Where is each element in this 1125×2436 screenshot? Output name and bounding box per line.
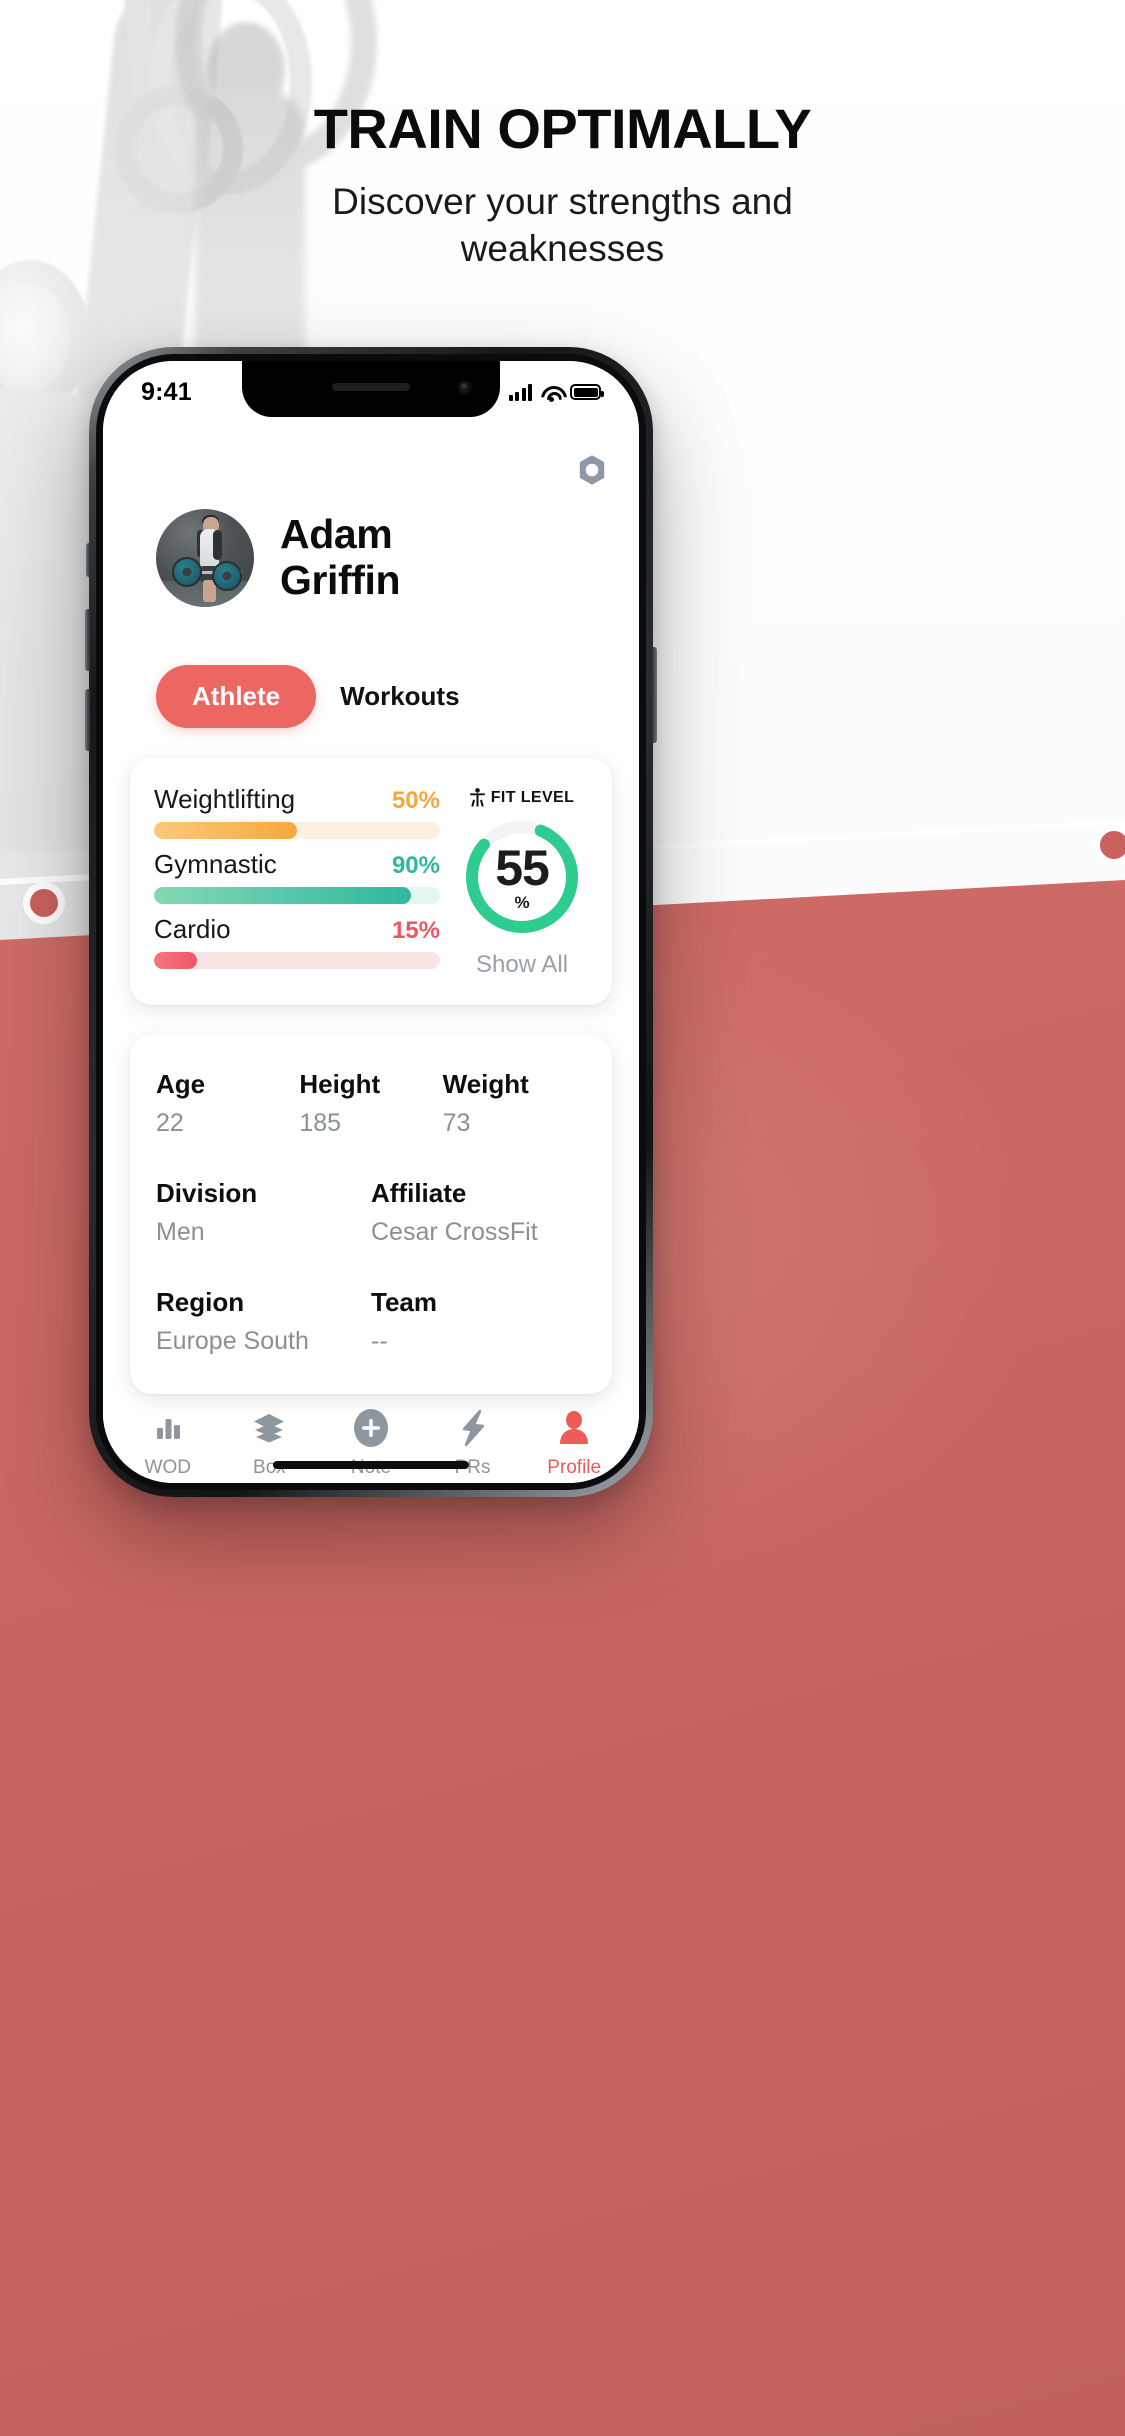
bar-chart-icon xyxy=(152,1408,184,1448)
wifi-icon xyxy=(540,384,562,402)
profile-first-name: Adam xyxy=(280,511,393,558)
stat-value-affiliate: Cesar CrossFit xyxy=(371,1218,538,1246)
profile-name: Adam Griffin xyxy=(280,511,401,604)
stat-weight: Weight 73 xyxy=(443,1069,586,1138)
plus-circle-icon xyxy=(351,1408,391,1448)
nav-label-wod: WOD xyxy=(144,1457,192,1478)
stat-label-age: Age xyxy=(156,1069,206,1099)
volume-down-button[interactable] xyxy=(85,689,90,751)
skill-row-gymnastic[interactable]: Gymnastic 90% xyxy=(154,849,440,904)
stat-label-affiliate: Affiliate xyxy=(371,1178,467,1208)
profile-last-name: Griffin xyxy=(280,557,401,603)
signal-bars-icon xyxy=(508,383,532,401)
silent-switch[interactable] xyxy=(86,543,90,577)
tab-athlete[interactable]: Athlete xyxy=(156,665,317,728)
stats-row-2: Division Men Affiliate Cesar CrossFit xyxy=(156,1178,586,1247)
skills-list: Weightlifting 50% Gymnastic 90% Cardio 1… xyxy=(154,784,446,979)
skill-label-gymnastic: Gymnastic xyxy=(154,849,277,879)
stats-row-1: Age 22 Height 185 Weight 73 xyxy=(156,1069,586,1138)
stat-label-height: Height xyxy=(299,1069,381,1099)
stat-label-weight: Weight xyxy=(442,1069,529,1099)
stat-label-region: Region xyxy=(156,1287,245,1317)
page-subheadline: Discover your strengths and weaknesses xyxy=(0,178,1125,273)
home-indicator[interactable] xyxy=(273,1461,469,1469)
stat-team: Team -- xyxy=(371,1287,586,1356)
phone-screen: 9:41 Adam Griffin Athlete Workouts Weigh… xyxy=(103,361,639,1483)
subheadline-line-2: weaknesses xyxy=(460,228,665,270)
person-accessibility-icon xyxy=(469,788,485,807)
stat-value-age: 22 xyxy=(156,1109,184,1137)
stat-value-division: Men xyxy=(156,1218,205,1246)
skill-progress-cardio xyxy=(154,952,440,969)
divider-dot-left xyxy=(23,882,65,924)
battery-full-icon xyxy=(570,384,604,400)
person-icon xyxy=(558,1408,590,1448)
stat-affiliate: Affiliate Cesar CrossFit xyxy=(371,1178,586,1247)
hex-nut-settings-icon xyxy=(579,455,605,485)
skill-label-weightlifting: Weightlifting xyxy=(154,784,296,814)
nav-item-wod[interactable]: WOD xyxy=(124,1408,212,1479)
skill-row-weightlifting[interactable]: Weightlifting 50% xyxy=(154,784,440,839)
page-headline: TRAIN OPTIMALLY xyxy=(313,97,812,160)
skill-value-gymnastic: 90% xyxy=(391,852,440,879)
skill-row-cardio[interactable]: Cardio 15% xyxy=(154,914,440,969)
stat-label-division: Division xyxy=(156,1178,258,1208)
fit-level-label: FIT LEVEL xyxy=(490,788,575,806)
stats-card: Age 22 Height 185 Weight 73 Division Men… xyxy=(130,1035,612,1394)
stat-height: Height 185 xyxy=(299,1069,442,1138)
subheadline-line-1: Discover your strengths and xyxy=(332,181,793,222)
fit-level-value: 55 xyxy=(495,840,550,896)
earpiece-speaker-icon xyxy=(332,383,410,391)
volume-up-button[interactable] xyxy=(85,609,90,671)
nav-item-profile[interactable]: Profile xyxy=(530,1408,618,1479)
skills-card: Weightlifting 50% Gymnastic 90% Cardio 1… xyxy=(130,758,612,1005)
status-bar-indicators xyxy=(508,383,604,402)
stat-value-team: -- xyxy=(371,1327,388,1355)
lightning-bolt-icon xyxy=(458,1408,488,1448)
status-bar-time: 9:41 xyxy=(141,377,192,406)
nav-label-profile: Profile xyxy=(547,1457,602,1478)
profile-tabs: Athlete Workouts xyxy=(130,607,612,728)
fit-level-unit: % xyxy=(514,893,530,912)
tab-workouts[interactable]: Workouts xyxy=(334,665,465,728)
fit-level-panel: FIT LEVEL 55 % Show All xyxy=(456,784,588,979)
fit-level-gauge: 55 % xyxy=(460,815,584,939)
stat-value-height: 185 xyxy=(299,1109,342,1137)
skill-value-weightlifting: 50% xyxy=(391,787,440,814)
phone-notch xyxy=(242,361,500,417)
app-content: Adam Griffin Athlete Workouts Weightlift… xyxy=(103,361,639,1394)
power-button[interactable] xyxy=(652,647,657,743)
app-screen: Adam Griffin Athlete Workouts Weightlift… xyxy=(103,361,639,1483)
skill-label-cardio: Cardio xyxy=(154,914,231,944)
stat-value-region: Europe South xyxy=(156,1327,309,1355)
stat-division: Division Men xyxy=(156,1178,371,1247)
layers-icon xyxy=(252,1408,286,1448)
phone-mockup: 9:41 Adam Griffin Athlete Workouts Weigh… xyxy=(85,347,657,1497)
stat-age: Age 22 xyxy=(156,1069,299,1138)
front-camera-icon xyxy=(457,380,472,395)
skill-progress-gymnastic xyxy=(154,887,440,904)
stat-region: Region Europe South xyxy=(156,1287,371,1356)
avatar[interactable] xyxy=(156,509,254,607)
skill-progress-weightlifting xyxy=(154,822,440,839)
settings-button[interactable] xyxy=(575,453,609,487)
skill-value-cardio: 15% xyxy=(391,917,440,944)
stat-label-team: Team xyxy=(371,1287,437,1317)
bottom-navigation: WOD Box PRs Profile xyxy=(103,1394,639,1483)
stats-row-3: Region Europe South Team -- xyxy=(156,1287,586,1356)
stat-value-weight: 73 xyxy=(442,1109,471,1137)
show-all-link[interactable]: Show All xyxy=(476,951,568,979)
fit-level-title: FIT LEVEL xyxy=(469,788,575,807)
